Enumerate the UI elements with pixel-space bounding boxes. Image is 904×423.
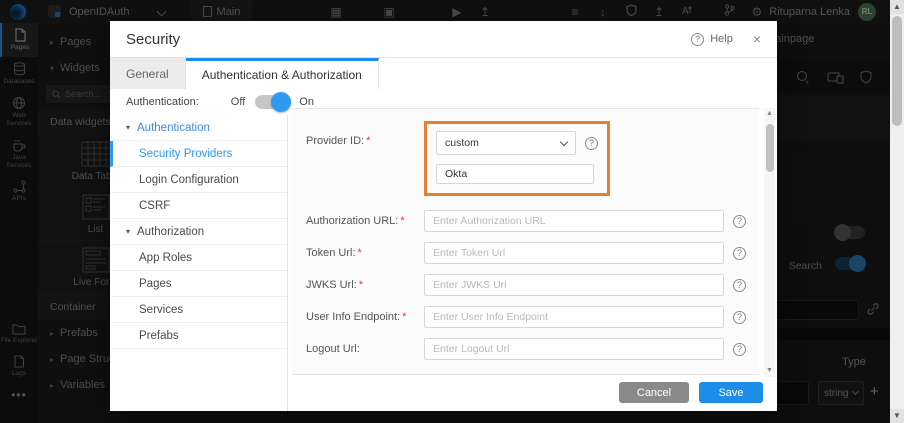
authorization-url-label: Authorization URL:* xyxy=(306,215,424,227)
page-scrollbar[interactable]: ▲ ▼ xyxy=(890,0,904,423)
dialog-tabs: General Authentication & Authorization xyxy=(110,58,777,89)
user-info-endpoint-help-icon[interactable]: ? xyxy=(733,311,746,324)
logout-url-label: Logout Url: xyxy=(306,343,424,355)
provider-id-label: Provider ID:* xyxy=(306,135,424,147)
nav-header-authentication[interactable]: ▾ Authentication xyxy=(110,115,287,141)
nav-item-security-providers[interactable]: Security Providers xyxy=(110,141,287,167)
form-scrollbar[interactable]: ▲ ▼ xyxy=(764,108,775,377)
logout-url-row: Logout Url: ? xyxy=(306,338,759,360)
help-icon[interactable]: ? xyxy=(691,33,704,46)
chevron-down-icon xyxy=(560,137,568,145)
form-scroll-area: Provider ID:* custom ? xyxy=(288,108,763,377)
logout-url-input[interactable] xyxy=(424,338,724,360)
dialog-footer: Cancel Save xyxy=(619,382,763,403)
authentication-toggle[interactable] xyxy=(255,95,289,109)
token-url-help-icon[interactable]: ? xyxy=(733,247,746,260)
provider-id-row: Provider ID:* custom ? xyxy=(306,121,759,196)
jwks-url-help-icon[interactable]: ? xyxy=(733,279,746,292)
dialog-title: Security xyxy=(126,31,180,48)
nav-item-pages[interactable]: Pages xyxy=(110,271,287,297)
nav-item-prefabs[interactable]: Prefabs xyxy=(110,323,287,349)
scroll-down-icon[interactable]: ▼ xyxy=(764,365,775,377)
save-button[interactable]: Save xyxy=(699,382,763,403)
scrollbar-thumb[interactable] xyxy=(766,124,774,172)
help-link[interactable]: Help xyxy=(710,33,733,45)
ide-root: OpenIDAuth Main ▦ ▣ ▶ ↥ ≡ ↓ ↥ A ⚙ R xyxy=(0,0,904,423)
security-dialog: Security ? Help × General Authentication… xyxy=(110,21,777,411)
nav-header-authorization[interactable]: ▾ Authorization xyxy=(110,219,287,245)
nav-item-login-configuration[interactable]: Login Configuration xyxy=(110,167,287,193)
highlight-outline: custom ? xyxy=(424,121,610,196)
scroll-up-icon[interactable]: ▲ xyxy=(764,108,775,120)
identity-provider-section: Provider ID:* custom ? xyxy=(292,108,759,375)
nav-item-services[interactable]: Services xyxy=(110,297,287,323)
toggle-on-label: On xyxy=(299,96,314,108)
authorization-url-row: Authorization URL:* ? xyxy=(306,210,759,232)
scrollbar-thumb[interactable] xyxy=(892,16,902,126)
authorization-url-input[interactable] xyxy=(424,210,724,232)
provider-help-icon[interactable]: ? xyxy=(585,137,598,150)
user-info-endpoint-row: User Info Endpoint:* ? xyxy=(306,306,759,328)
expanded-arrow-icon: ▾ xyxy=(126,227,130,236)
authentication-label: Authentication: xyxy=(126,96,199,108)
token-url-row: Token Url:* ? xyxy=(306,242,759,264)
dialog-header: Security ? Help × xyxy=(110,21,777,58)
security-nav: ▾ Authentication Security Providers Logi… xyxy=(110,115,288,411)
toggle-off-label: Off xyxy=(231,96,245,108)
close-icon[interactable]: × xyxy=(753,31,761,47)
nav-item-csrf[interactable]: CSRF xyxy=(110,193,287,219)
nav-item-app-roles[interactable]: App Roles xyxy=(110,245,287,271)
scroll-down-icon[interactable]: ▼ xyxy=(890,409,904,423)
jwks-url-row: JWKS Url:* ? xyxy=(306,274,759,296)
jwks-url-input[interactable] xyxy=(424,274,724,296)
provider-form: Provider ID:* custom ? xyxy=(288,115,777,411)
cancel-button[interactable]: Cancel xyxy=(619,382,689,403)
tab-general[interactable]: General xyxy=(110,58,186,89)
scroll-up-icon[interactable]: ▲ xyxy=(890,0,904,14)
authorization-url-help-icon[interactable]: ? xyxy=(733,215,746,228)
provider-name-input[interactable] xyxy=(436,164,594,184)
expanded-arrow-icon: ▾ xyxy=(126,123,130,132)
logout-url-help-icon[interactable]: ? xyxy=(733,343,746,356)
user-info-endpoint-label: User Info Endpoint:* xyxy=(306,311,424,323)
token-url-input[interactable] xyxy=(424,242,724,264)
token-url-label: Token Url:* xyxy=(306,247,424,259)
jwks-url-label: JWKS Url:* xyxy=(306,279,424,291)
provider-id-select[interactable]: custom xyxy=(436,131,576,155)
tab-authentication-authorization[interactable]: Authentication & Authorization xyxy=(186,58,379,89)
user-info-endpoint-input[interactable] xyxy=(424,306,724,328)
